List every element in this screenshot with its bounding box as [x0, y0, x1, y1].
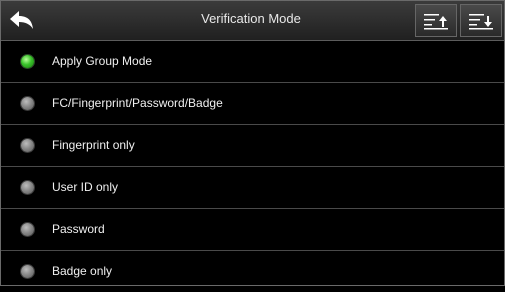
option-user-id-only[interactable]: User ID only [1, 167, 504, 209]
option-label: User ID only [52, 180, 119, 194]
sort-descending-button[interactable] [460, 4, 502, 37]
header-bar: Verification Mode [1, 1, 504, 41]
option-label: Badge only [52, 264, 113, 278]
option-label: Password [52, 222, 105, 236]
option-fingerprint-only[interactable]: Fingerprint only [1, 125, 504, 167]
radio-button-icon[interactable] [21, 139, 34, 152]
radio-button-icon[interactable] [21, 97, 34, 110]
option-label: Fingerprint only [52, 138, 135, 152]
back-button[interactable] [3, 4, 41, 37]
verification-mode-list: Apply Group Mode FC/Fingerprint/Password… [1, 41, 504, 292]
sort-ascending-button[interactable] [415, 4, 457, 37]
option-label: FC/Fingerprint/Password/Badge [52, 96, 223, 110]
radio-button-icon[interactable] [21, 265, 34, 278]
radio-button-icon[interactable] [21, 223, 34, 236]
option-label: Apply Group Mode [52, 54, 153, 68]
sort-descending-icon [469, 13, 493, 29]
radio-button-icon[interactable] [21, 181, 34, 194]
back-arrow-icon [10, 10, 33, 29]
option-fc-fingerprint-password-badge[interactable]: FC/Fingerprint/Password/Badge [1, 83, 504, 125]
sort-ascending-icon [424, 13, 448, 29]
radio-button-icon[interactable] [21, 55, 34, 68]
page-title: Verification Mode [201, 11, 301, 26]
option-apply-group-mode[interactable]: Apply Group Mode [1, 41, 504, 83]
option-password[interactable]: Password [1, 209, 504, 251]
verification-mode-screen: Verification Mode Apply Group Mode FC/Fi… [0, 0, 505, 286]
